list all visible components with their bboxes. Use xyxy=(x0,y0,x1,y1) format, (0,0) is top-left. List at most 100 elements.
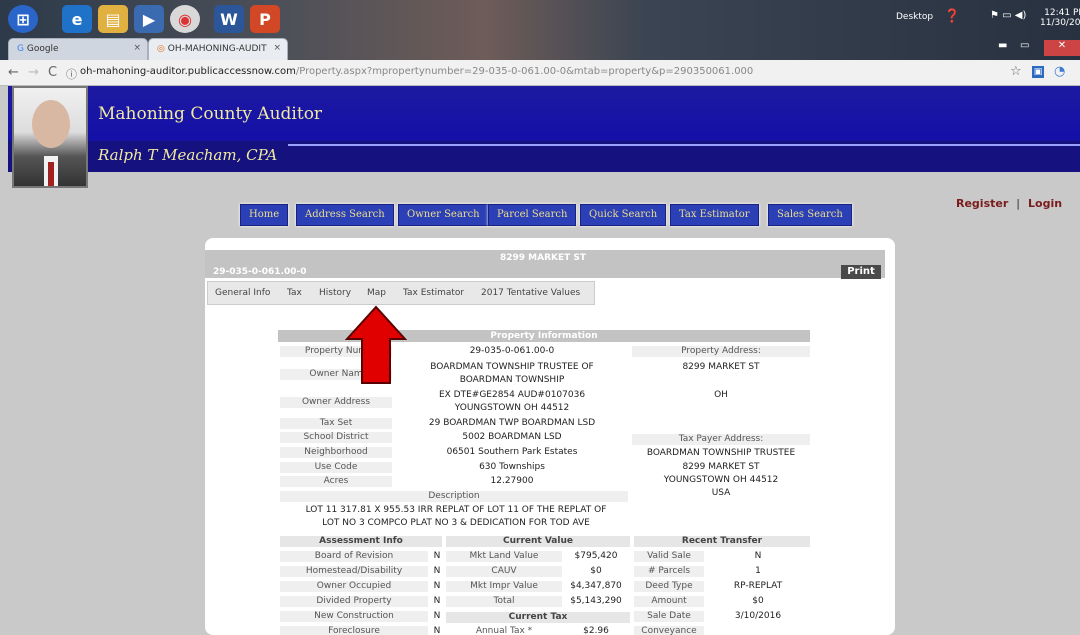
print-button[interactable]: Print xyxy=(841,265,881,279)
label-tax-payer-address: Tax Payer Address: xyxy=(632,434,810,445)
recent-transfer-row-value: N xyxy=(754,551,762,561)
nav-parcel-search-button[interactable]: Parcel Search xyxy=(488,204,577,226)
tab-auditor-label: OH-MAHONING-AUDIT xyxy=(167,44,267,54)
tab-tax-estimator[interactable]: Tax Estimator xyxy=(403,288,464,298)
value-tax-payer-3: YOUNGSTOWN OH 44512 xyxy=(663,475,779,485)
assessment-row-label: New Construction xyxy=(280,611,428,622)
clock[interactable]: 12:41 PM 11/30/201 xyxy=(1040,8,1080,28)
assessment-row-label: Board of Revision xyxy=(280,551,428,562)
label-description: Description xyxy=(280,491,628,502)
recent-transfer-heading: Recent Transfer xyxy=(634,536,810,547)
tab-auditor[interactable]: ◎ OH-MAHONING-AUDIT × xyxy=(148,38,288,60)
current-value-row-label: Mkt Impr Value xyxy=(446,581,562,592)
nav-home-button[interactable]: Home xyxy=(240,204,289,226)
reload-icon[interactable]: C xyxy=(48,65,57,80)
value-property-address-1: 8299 MARKET ST xyxy=(682,362,760,372)
current-tax-heading: Current Tax xyxy=(446,612,630,623)
assessment-row-label: Foreclosure xyxy=(280,626,428,635)
value-property-number: 29-035-0-061.00-0 xyxy=(469,346,555,356)
nav-quick-search-button[interactable]: Quick Search xyxy=(580,204,667,226)
site-title[interactable]: Mahoning County Auditor xyxy=(98,104,322,124)
label-neighborhood: Neighborhood xyxy=(280,447,392,458)
tab-general-info[interactable]: General Info xyxy=(215,288,270,298)
register-link[interactable]: Register xyxy=(956,197,1008,210)
value-owner-address-2: YOUNGSTOWN OH 44512 xyxy=(454,403,570,413)
value-use-code: 630 Townships xyxy=(479,462,545,472)
value-owner-name-1: BOARDMAN TOWNSHIP TRUSTEE OF xyxy=(430,362,594,372)
recent-transfer-row-label: Conveyance xyxy=(634,626,704,635)
value-owner-address-1: EX DTE#GE2854 AUD#0107036 xyxy=(438,390,586,400)
bookmark-star-icon[interactable]: ☆ xyxy=(1010,64,1022,79)
url-path: /Property.aspx?mpropertynumber=29-035-0-… xyxy=(295,66,754,77)
nav-sales-search-button[interactable]: Sales Search xyxy=(768,204,852,226)
extension-2-icon[interactable]: ◔ xyxy=(1054,64,1065,79)
word-icon[interactable]: W xyxy=(214,5,244,33)
assessment-row-value: N xyxy=(433,626,441,635)
tab-tax[interactable]: Tax xyxy=(287,288,302,298)
property-address-title: 8299 MARKET ST xyxy=(500,253,587,263)
label-school-district: School District xyxy=(280,432,392,443)
assessment-row-value: N xyxy=(433,566,441,576)
extension-icon[interactable]: ▣ xyxy=(1032,66,1044,78)
taskbar: ⊞ e ▤ ▶ ◉ W P Desktop ❓ ⚑ ▭ ◀) 12:41 PM … xyxy=(0,0,1080,60)
url-input[interactable]: oh-mahoning-auditor.publicaccessnow.com/… xyxy=(80,66,753,77)
red-arrow-annotation xyxy=(345,305,407,384)
value-tax-payer-4: USA xyxy=(711,488,731,498)
address-bar: ← → C ⓘ oh-mahoning-auditor.publicaccess… xyxy=(0,60,1080,86)
value-annual-tax: $2.96 xyxy=(583,626,609,635)
property-tabs: General Info Tax History Map Tax Estimat… xyxy=(207,281,595,305)
clock-time: 12:41 PM xyxy=(1044,8,1080,18)
info-icon[interactable]: ⓘ xyxy=(66,66,77,82)
auditor-name: Ralph T Meacham, CPA xyxy=(98,146,278,164)
value-school-district: 5002 BOARDMAN LSD xyxy=(462,432,562,442)
recent-transfer-row-value: $0 xyxy=(752,596,764,606)
assessment-row-value: N xyxy=(433,551,441,561)
tab-google-label: Google xyxy=(26,44,59,54)
help-icon[interactable]: ❓ xyxy=(944,9,960,24)
recent-transfer-row-label: Valid Sale xyxy=(634,551,704,562)
tab-google[interactable]: G Google × xyxy=(8,38,148,60)
tab-tentative-values[interactable]: 2017 Tentative Values xyxy=(481,288,580,298)
value-owner-name-2: BOARDMAN TOWNSHIP xyxy=(459,375,565,385)
nav-address-search-button[interactable]: Address Search xyxy=(296,204,394,226)
assessment-row-label: Homestead/Disability xyxy=(280,566,428,577)
desktop-toolbar[interactable]: Desktop xyxy=(896,12,933,22)
file-explorer-icon[interactable]: ▤ xyxy=(98,5,128,33)
assessment-row-value: N xyxy=(433,581,441,591)
minimize-button[interactable]: ▬ xyxy=(998,40,1007,56)
tab-map[interactable]: Map xyxy=(367,288,386,298)
login-link[interactable]: Login xyxy=(1028,197,1062,210)
value-property-address-2: OH xyxy=(714,390,728,400)
back-icon[interactable]: ← xyxy=(8,65,19,80)
powerpoint-icon[interactable]: P xyxy=(250,5,280,33)
assessment-row-label: Divided Property xyxy=(280,596,428,607)
label-tax-set: Tax Set xyxy=(280,418,392,429)
label-acres: Acres xyxy=(280,476,392,487)
media-player-icon[interactable]: ▶ xyxy=(134,5,164,33)
assessment-info-heading: Assessment Info xyxy=(280,536,442,547)
start-icon[interactable]: ⊞ xyxy=(8,5,38,33)
url-domain: oh-mahoning-auditor.publicaccessnow.com xyxy=(80,66,296,77)
label-property-address: Property Address: xyxy=(632,346,810,357)
tab-history[interactable]: History xyxy=(319,288,351,298)
network-icon[interactable]: ⚑ ▭ ◀) xyxy=(990,10,1026,21)
nav-tax-estimator-button[interactable]: Tax Estimator xyxy=(670,204,759,226)
internet-explorer-icon[interactable]: e xyxy=(62,5,92,33)
google-icon: G xyxy=(17,44,24,54)
close-window-button[interactable]: ✕ xyxy=(1044,40,1080,56)
nav-owner-search-button[interactable]: Owner Search xyxy=(398,204,489,226)
recent-transfer-row-value: 3/10/2016 xyxy=(734,611,782,621)
auditor-portrait xyxy=(12,86,88,188)
recent-transfer-row-value: RP-REPLAT xyxy=(733,581,783,591)
current-value-row-label: Mkt Land Value xyxy=(446,551,562,562)
value-description-1: LOT 11 317.81 X 955.53 IRR REPLAT OF LOT… xyxy=(305,505,607,515)
assessment-row-label: Owner Occupied xyxy=(280,581,428,592)
close-icon[interactable]: × xyxy=(133,43,141,53)
chrome-icon[interactable]: ◉ xyxy=(170,5,200,33)
forward-icon[interactable]: → xyxy=(28,65,39,80)
close-icon[interactable]: × xyxy=(273,43,281,53)
recent-transfer-row-label: Amount xyxy=(634,596,704,607)
label-annual-tax: Annual Tax * xyxy=(475,626,533,635)
clock-date: 11/30/201 xyxy=(1040,18,1080,28)
restore-button[interactable]: ▭ xyxy=(1020,40,1029,56)
